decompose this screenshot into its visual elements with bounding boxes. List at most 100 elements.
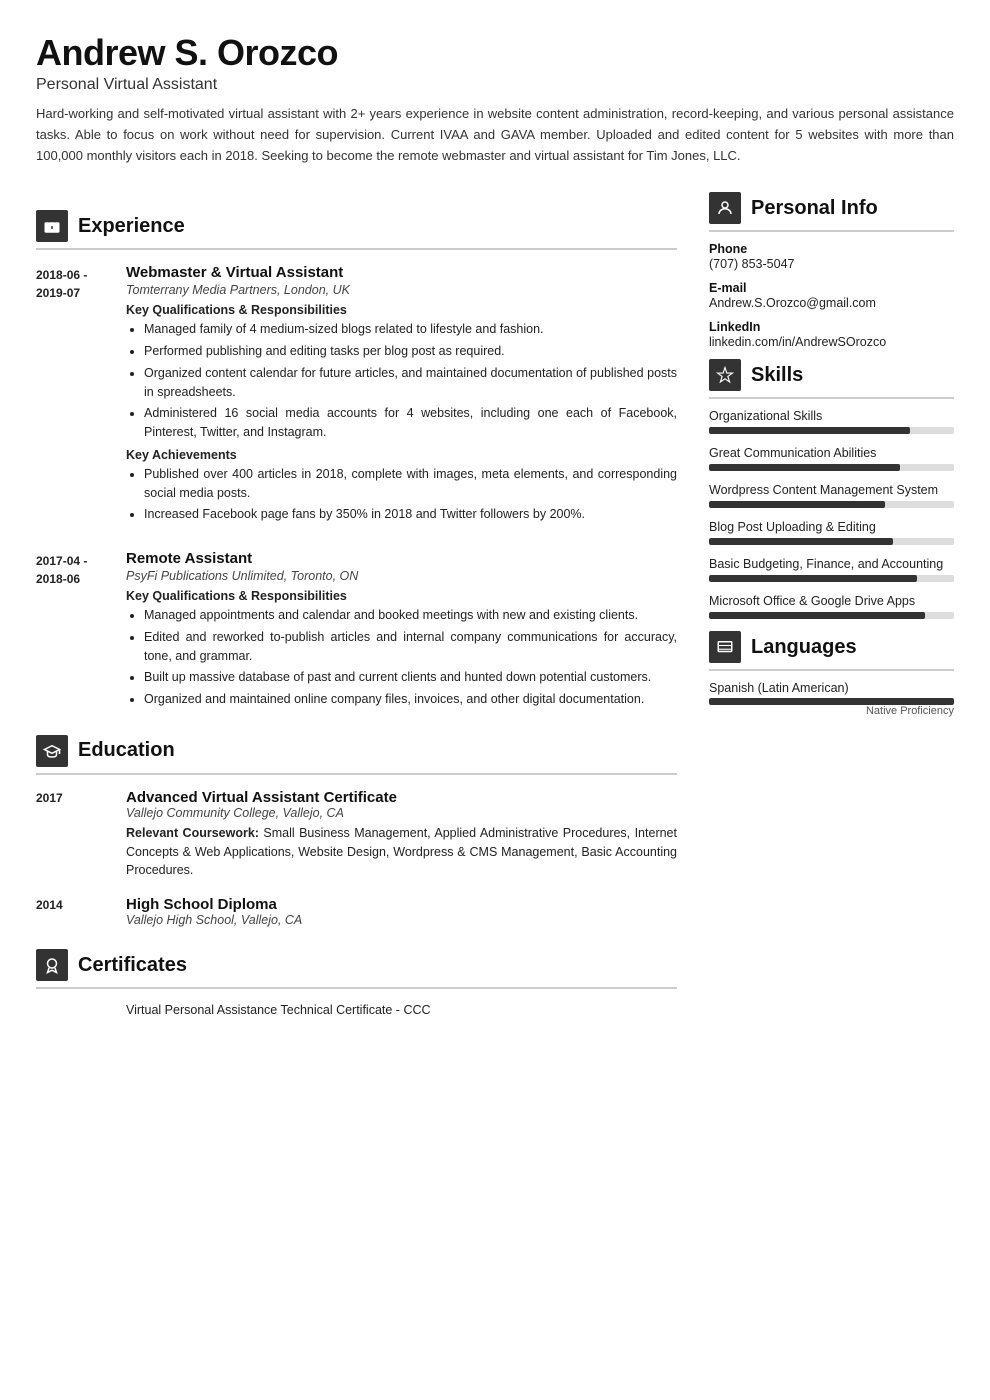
edu-school: Vallejo Community College, Vallejo, CA [126,806,677,820]
qualifications-list: Managed family of 4 medium-sized blogs r… [126,320,677,442]
languages-divider [709,669,954,671]
personal-info-field: LinkedInlinkedin.com/in/AndrewSOrozco [709,320,954,349]
skill-bar-fill [709,427,910,434]
skill-bar-fill [709,575,917,582]
edu-title: Advanced Virtual Assistant Certificate [126,789,677,806]
list-item: Managed appointments and calendar and bo… [144,606,677,625]
language-bar-background [709,698,954,705]
education-icon [36,735,68,767]
languages-heading: Languages [751,636,857,659]
certificates-icon [36,949,68,981]
cert-text: Virtual Personal Assistance Technical Ce… [126,1003,431,1017]
info-label: LinkedIn [709,320,954,334]
info-label: E-mail [709,281,954,295]
language-item: Spanish (Latin American) Native Proficien… [709,681,954,717]
experience-section-header: Experience [36,210,677,242]
certificates-heading: Certificates [78,954,187,977]
skill-name: Organizational Skills [709,409,954,423]
skill-bar-fill [709,612,925,619]
skill-bar-fill [709,464,900,471]
personal-info-heading: Personal Info [751,197,878,220]
personal-info-fields: Phone(707) 853-5047 E-mailAndrew.S.Orozco… [709,242,954,349]
edu-content: High School DiplomaVallejo High School, … [126,896,302,931]
exp-title: Remote Assistant [126,550,677,567]
exp-content: Remote Assistant PsyFi Publications Unlim… [126,550,677,713]
header: Andrew S. Orozco Personal Virtual Assist… [36,32,954,166]
education-heading: Education [78,739,175,762]
exp-date: 2018-06 - 2019-07 [36,264,126,528]
list-item: Published over 400 articles in 2018, com… [144,465,677,503]
certificate-entry: Virtual Personal Assistance Technical Ce… [36,1003,677,1017]
candidate-title: Personal Virtual Assistant [36,76,954,94]
skill-item: Microsoft Office & Google Drive Apps [709,594,954,619]
skill-name: Blog Post Uploading & Editing [709,520,954,534]
personal-info-field: Phone(707) 853-5047 [709,242,954,271]
page: Andrew S. Orozco Personal Virtual Assist… [0,0,990,1055]
education-entry: 2017Advanced Virtual Assistant Certifica… [36,789,677,880]
list-item: Organized content calendar for future ar… [144,364,677,402]
skill-item: Organizational Skills [709,409,954,434]
skills-section-header: Skills [709,359,954,391]
list-item: Administered 16 social media accounts fo… [144,404,677,442]
info-value: linkedin.com/in/AndrewSOrozco [709,335,954,349]
info-value: Andrew.S.Orozco@gmail.com [709,296,954,310]
edu-date: 2017 [36,789,126,880]
personal-info-section-header: Personal Info [709,192,954,224]
info-value: (707) 853-5047 [709,257,954,271]
skills-heading: Skills [751,364,803,387]
education-section-header: Education [36,735,677,767]
language-level: Native Proficiency [709,705,954,717]
experience-entry: 2018-06 - 2019-07Webmaster & Virtual Ass… [36,264,677,528]
qualifications-list: Managed appointments and calendar and bo… [126,606,677,709]
info-label: Phone [709,242,954,256]
achievements-heading: Key Achievements [126,448,677,462]
qualifications-heading: Key Qualifications & Responsibilities [126,303,677,317]
languages-icon [709,631,741,663]
skill-item: Great Communication Abilities [709,446,954,471]
skills-divider [709,397,954,399]
list-item: Built up massive database of past and cu… [144,668,677,687]
certificates-section-header: Certificates [36,949,677,981]
language-items: Spanish (Latin American) Native Proficien… [709,681,954,717]
candidate-summary: Hard-working and self-motivated virtual … [36,104,954,166]
experience-entry: 2017-04 - 2018-06Remote AssistantPsyFi P… [36,550,677,713]
skill-bar-fill [709,538,893,545]
exp-content: Webmaster & Virtual Assistant Tomterrany … [126,264,677,528]
skills-items: Organizational Skills Great Communication… [709,409,954,619]
skill-bar-background [709,575,954,582]
edu-coursework: Relevant Coursework: Small Business Mana… [126,824,677,880]
education-entries: 2017Advanced Virtual Assistant Certifica… [36,789,677,931]
skills-icon [709,359,741,391]
education-entry: 2014High School DiplomaVallejo High Scho… [36,896,677,931]
skill-bar-background [709,464,954,471]
skill-name: Wordpress Content Management System [709,483,954,497]
exp-company: Tomterrany Media Partners, London, UK [126,283,677,297]
qualifications-heading: Key Qualifications & Responsibilities [126,589,677,603]
exp-company: PsyFi Publications Unlimited, Toronto, O… [126,569,677,583]
languages-section-header: Languages [709,631,954,663]
skill-name: Basic Budgeting, Finance, and Accounting [709,557,954,571]
right-column: Personal Info Phone(707) 853-5047 E-mailA… [709,192,954,1023]
list-item: Managed family of 4 medium-sized blogs r… [144,320,677,339]
experience-icon [36,210,68,242]
candidate-name: Andrew S. Orozco [36,32,954,74]
personal-info-divider [709,230,954,232]
list-item: Organized and maintained online company … [144,690,677,709]
skill-bar-background [709,538,954,545]
personal-info-icon [709,192,741,224]
list-item: Increased Facebook page fans by 350% in … [144,505,677,524]
skill-bar-fill [709,501,885,508]
skill-item: Wordpress Content Management System [709,483,954,508]
language-name: Spanish (Latin American) [709,681,954,695]
two-column-layout: Experience 2018-06 - 2019-07Webmaster & … [36,192,954,1023]
edu-title: High School Diploma [126,896,302,913]
list-item: Performed publishing and editing tasks p… [144,342,677,361]
language-bar-fill [709,698,954,705]
skill-bar-background [709,427,954,434]
certificates-entries: Virtual Personal Assistance Technical Ce… [36,1003,677,1017]
experience-entries: 2018-06 - 2019-07Webmaster & Virtual Ass… [36,264,677,713]
skill-name: Microsoft Office & Google Drive Apps [709,594,954,608]
skill-item: Basic Budgeting, Finance, and Accounting [709,557,954,582]
exp-title: Webmaster & Virtual Assistant [126,264,677,281]
left-column: Experience 2018-06 - 2019-07Webmaster & … [36,192,677,1023]
